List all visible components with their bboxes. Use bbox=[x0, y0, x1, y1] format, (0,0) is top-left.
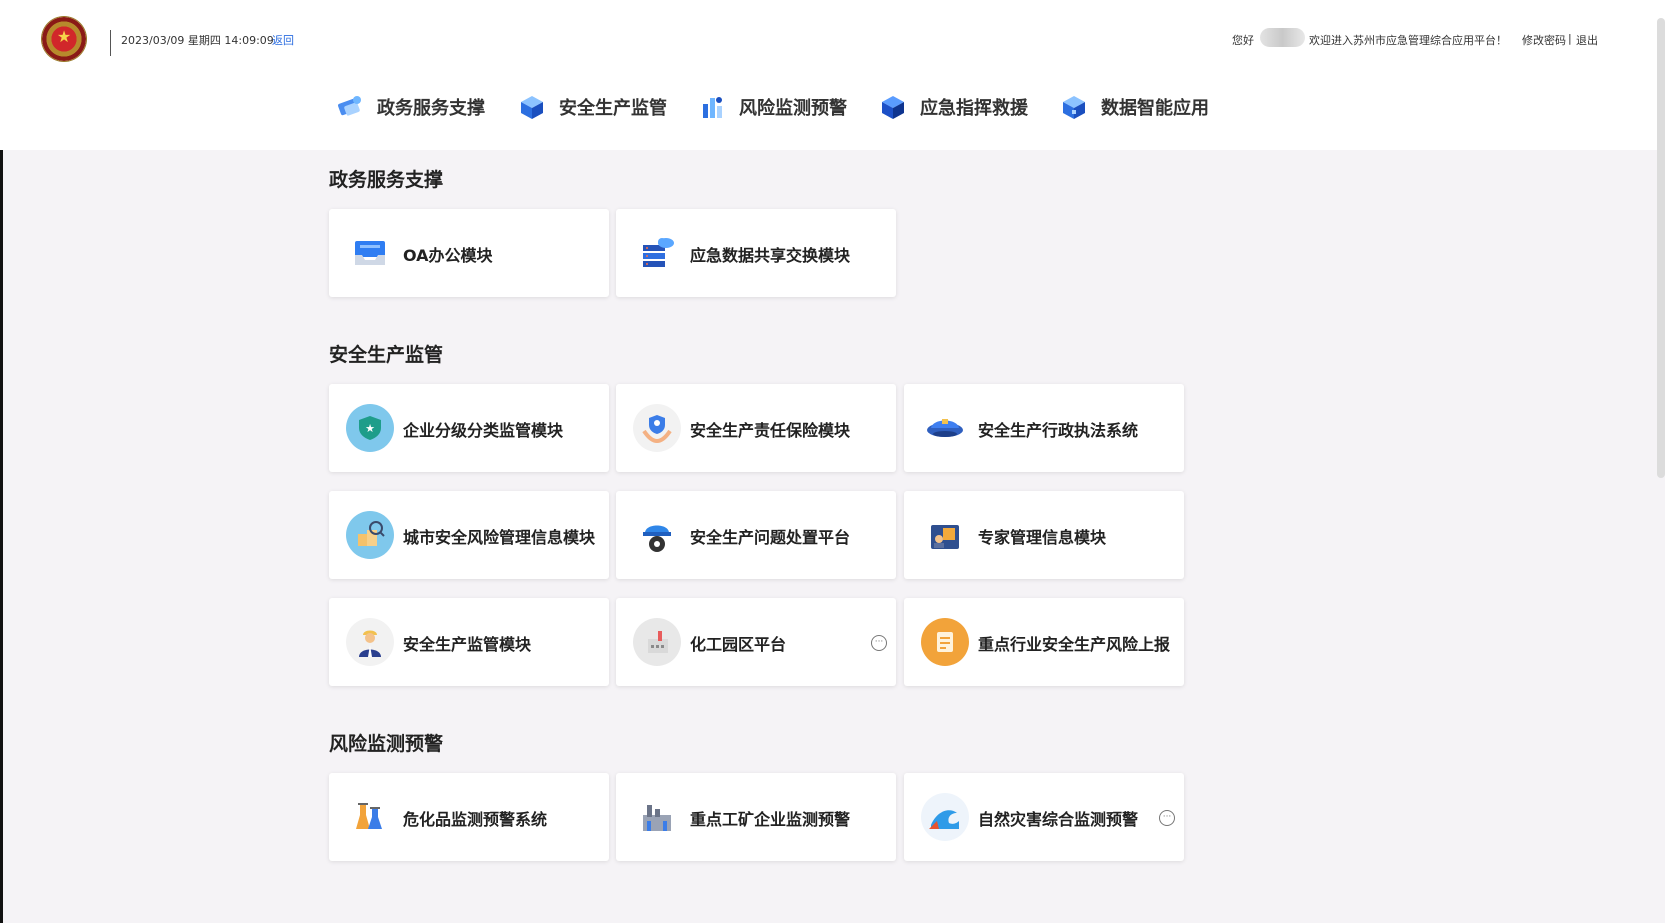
section-title: 政务服务支撑 bbox=[329, 169, 444, 191]
server-cloud-icon bbox=[633, 229, 681, 277]
module-card-risk-report[interactable]: 重点行业安全生产风险上报 bbox=[904, 598, 1184, 686]
inbox-tray-icon bbox=[346, 229, 394, 277]
module-card-law-enforcement[interactable]: 安全生产行政执法系统 bbox=[904, 384, 1184, 472]
module-label: 企业分级分类监管模块 bbox=[403, 421, 564, 440]
nav-item-safety[interactable]: 安全生产监管 bbox=[517, 92, 667, 122]
risk-monitor-icon bbox=[697, 92, 727, 122]
nav-item-risk[interactable]: 风险监测预警 bbox=[697, 92, 847, 122]
module-label: 危化品监测预警系统 bbox=[403, 810, 548, 829]
module-card-natural-disaster[interactable]: 自然灾害综合监测预警 ··· bbox=[904, 773, 1184, 861]
vertical-scrollbar[interactable] bbox=[1657, 18, 1665, 478]
emblem-icon bbox=[42, 17, 86, 61]
module-label: 重点行业安全生产风险上报 bbox=[978, 635, 1171, 654]
module-card-oa[interactable]: OA办公模块 bbox=[329, 209, 609, 297]
city-magnifier-icon bbox=[346, 511, 394, 559]
emergency-cube-icon bbox=[878, 92, 908, 122]
back-link[interactable]: 返回 bbox=[272, 32, 294, 48]
more-options-icon[interactable]: ··· bbox=[1159, 810, 1175, 826]
gov-service-icon bbox=[335, 92, 365, 122]
module-card-city-risk[interactable]: 城市安全风险管理信息模块 bbox=[329, 491, 609, 579]
top-header: 2023/03/09 星期四 14:09:09 返回 您好 欢迎进入苏州市应急管… bbox=[0, 0, 1665, 150]
module-label: 安全生产问题处置平台 bbox=[690, 528, 851, 547]
factory-icon bbox=[633, 793, 681, 841]
nav-label: 应急指挥救援 bbox=[920, 98, 1028, 119]
inspector-person-icon bbox=[346, 618, 394, 666]
nav-label: 政务服务支撑 bbox=[377, 98, 485, 119]
section-title: 安全生产监管 bbox=[329, 344, 444, 366]
link-separator: | bbox=[1568, 32, 1572, 45]
wave-disaster-icon bbox=[921, 793, 969, 841]
module-card-mining-enterprise[interactable]: 重点工矿企业监测预警 bbox=[616, 773, 896, 861]
welcome-text: 欢迎进入苏州市应急管理综合应用平台！ bbox=[1309, 34, 1507, 47]
svg-text:★: ★ bbox=[365, 422, 375, 435]
module-card-enterprise-classification[interactable]: ★ 企业分级分类监管模块 bbox=[329, 384, 609, 472]
header-divider bbox=[110, 30, 111, 56]
expert-board-icon bbox=[921, 511, 969, 559]
nav-item-data[interactable]: 数据智能应用 bbox=[1059, 92, 1209, 122]
nav-label: 安全生产监管 bbox=[559, 98, 667, 119]
module-label: 专家管理信息模块 bbox=[978, 528, 1107, 547]
data-cube-icon bbox=[1059, 92, 1089, 122]
module-card-liability-insurance[interactable]: 安全生产责任保险模块 bbox=[616, 384, 896, 472]
greeting-text: 您好 bbox=[1232, 34, 1254, 47]
module-label: 自然灾害综合监测预警 bbox=[978, 810, 1139, 829]
module-label: 应急数据共享交换模块 bbox=[690, 246, 851, 265]
username-masked bbox=[1260, 28, 1305, 47]
module-card-expert-management[interactable]: 专家管理信息模块 bbox=[904, 491, 1184, 579]
module-card-chemical-park[interactable]: 化工园区平台 ··· bbox=[616, 598, 896, 686]
module-label: 安全生产行政执法系统 bbox=[978, 421, 1139, 440]
module-label: 化工园区平台 bbox=[690, 635, 787, 654]
hand-shield-icon bbox=[633, 404, 681, 452]
datetime-display: 2023/03/09 星期四 14:09:09 bbox=[121, 34, 274, 47]
nav-item-emergency[interactable]: 应急指挥救援 bbox=[878, 92, 1028, 122]
safety-cube-icon bbox=[517, 92, 547, 122]
module-label: 重点工矿企业监测预警 bbox=[690, 810, 851, 829]
more-options-icon[interactable]: ··· bbox=[871, 635, 887, 651]
module-label: 城市安全风险管理信息模块 bbox=[403, 528, 596, 547]
chemical-plant-icon bbox=[633, 618, 681, 666]
logout-link[interactable]: 退出 bbox=[1576, 32, 1598, 48]
module-card-hazardous-chemicals[interactable]: 危化品监测预警系统 bbox=[329, 773, 609, 861]
module-label: 安全生产责任保险模块 bbox=[690, 421, 851, 440]
module-label: OA办公模块 bbox=[403, 246, 493, 265]
change-password-link[interactable]: 修改密码 bbox=[1522, 32, 1566, 48]
module-card-safety-supervision[interactable]: 安全生产监管模块 bbox=[329, 598, 609, 686]
shield-star-icon: ★ bbox=[346, 404, 394, 452]
nav-item-gov-service[interactable]: 政务服务支撑 bbox=[335, 92, 485, 122]
nav-label: 数据智能应用 bbox=[1101, 98, 1209, 119]
report-document-icon bbox=[921, 618, 969, 666]
chemical-flask-icon bbox=[346, 793, 394, 841]
section-title: 风险监测预警 bbox=[329, 733, 444, 755]
police-cap-icon bbox=[921, 404, 969, 452]
helmet-gear-icon bbox=[633, 511, 681, 559]
nav-label: 风险监测预警 bbox=[739, 98, 847, 119]
module-card-data-exchange[interactable]: 应急数据共享交换模块 bbox=[616, 209, 896, 297]
module-card-problem-handling[interactable]: 安全生产问题处置平台 bbox=[616, 491, 896, 579]
module-label: 安全生产监管模块 bbox=[403, 635, 532, 654]
